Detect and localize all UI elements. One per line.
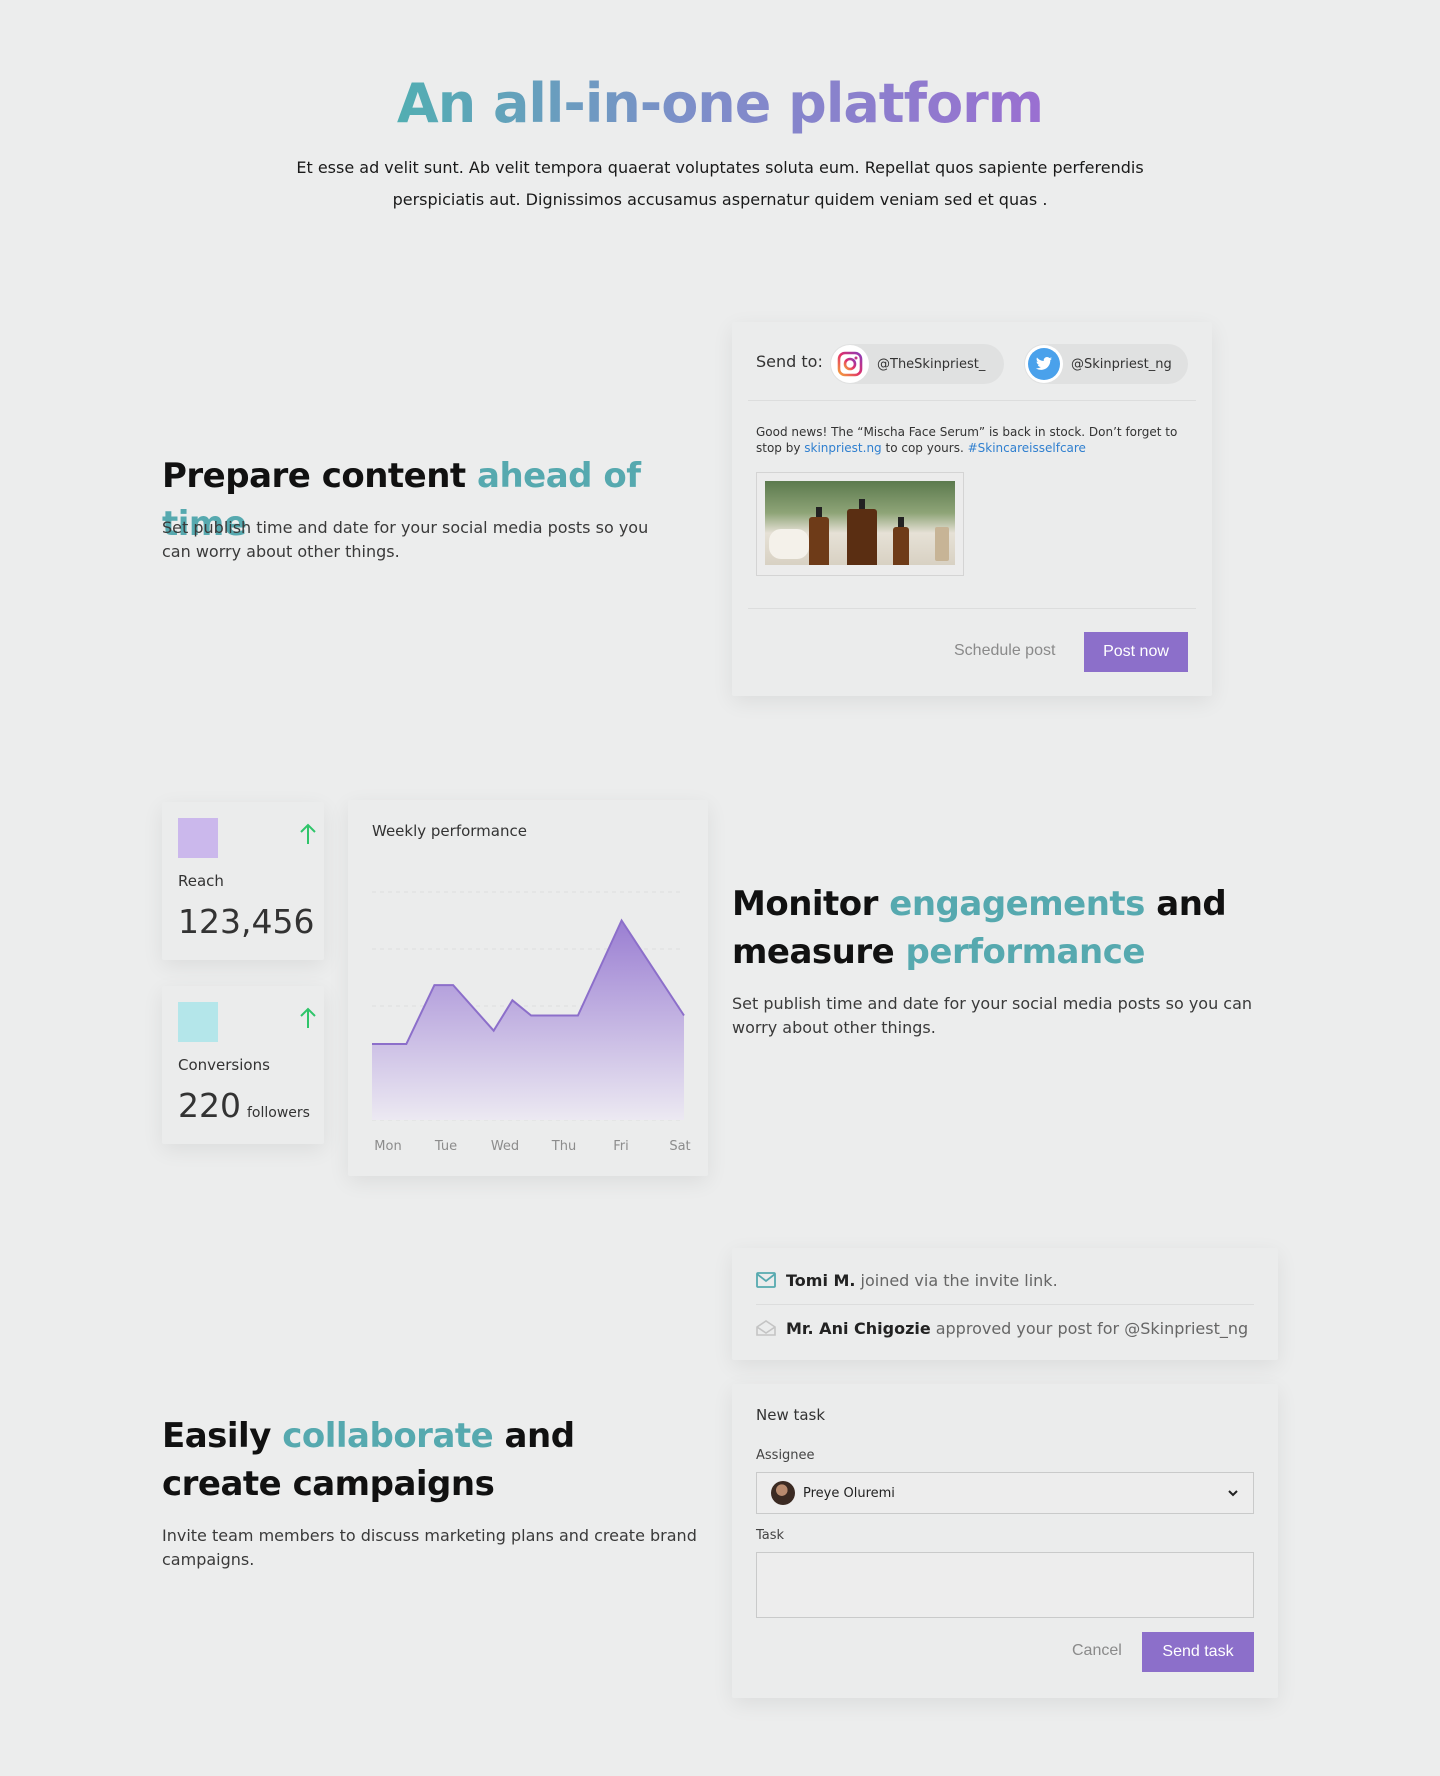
notifications-card: Tomi M. joined via the invite link. Mr. A… — [732, 1248, 1278, 1360]
task-label: Task — [756, 1528, 785, 1543]
post-image-attachment[interactable] — [756, 472, 964, 576]
assignee-label: Assignee — [756, 1448, 815, 1463]
trend-up-icon — [300, 823, 316, 844]
notification-item[interactable]: Mr. Ani Chigozie approved your post for @… — [756, 1314, 1248, 1342]
monitor-heading: Monitor engagements and measure performan… — [732, 884, 1227, 972]
instagram-icon — [831, 345, 869, 383]
stat-card-reach: Reach 123,456 — [162, 802, 324, 960]
avatar — [771, 1481, 795, 1505]
x-tick-label: Tue — [434, 1139, 457, 1154]
assignee-value: Preye Oluremi — [803, 1485, 895, 1501]
hero-subtitle: Et esse ad velit sunt. Ab velit tempora … — [296, 158, 1144, 209]
x-tick-label: Wed — [491, 1139, 519, 1154]
hero-title: An all-in-one platform — [396, 72, 1044, 135]
notification-item[interactable]: Tomi M. joined via the invite link. — [756, 1266, 1058, 1294]
post-text[interactable]: Good news! The “Mischa Face Serum” is ba… — [756, 424, 1186, 456]
task-input[interactable] — [756, 1552, 1254, 1618]
x-tick-label: Mon — [374, 1139, 401, 1154]
chevron-down-icon — [1228, 1490, 1238, 1497]
task-card-title: New task — [756, 1406, 826, 1424]
area-chart: Mon Tue Wed Thu Fri Sat — [372, 891, 691, 1154]
account-handle: @Skinpriest_ng — [1071, 356, 1172, 372]
x-tick-label: Fri — [613, 1139, 629, 1154]
collaborate-description: Invite team members to discuss marketing… — [162, 1526, 697, 1569]
trend-up-icon — [300, 1007, 316, 1028]
cancel-button[interactable]: Cancel — [1072, 1642, 1122, 1660]
stat-name: Reach — [178, 872, 224, 890]
prepare-description: Set publish time and date for your socia… — [162, 518, 649, 561]
account-handle: @TheSkinpriest_ — [877, 356, 986, 372]
schedule-post-button[interactable]: Schedule post — [954, 642, 1055, 660]
series-area — [372, 920, 684, 1120]
account-chip-twitter[interactable]: @Skinpriest_ng — [1024, 344, 1188, 384]
x-tick-label: Sat — [669, 1139, 690, 1154]
x-tick-label: Thu — [551, 1139, 576, 1154]
compose-post-card: Send to: @TheSkinpriest_ @Skinpriest_ng … — [732, 322, 1212, 696]
divider — [748, 608, 1196, 609]
post-now-button[interactable]: Post now — [1084, 632, 1188, 672]
stat-name: Conversions — [178, 1056, 270, 1074]
divider — [756, 1304, 1254, 1305]
envelope-open-icon — [756, 1320, 776, 1336]
twitter-icon — [1025, 345, 1063, 383]
stat-value: 220 followers — [178, 1086, 310, 1125]
new-task-card: New task Assignee Preye Oluremi Task Can… — [732, 1384, 1278, 1698]
envelope-icon — [756, 1272, 776, 1288]
send-task-button[interactable]: Send task — [1142, 1632, 1254, 1672]
stat-value: 123,456 — [178, 902, 315, 941]
post-hashtag[interactable]: #Skincareisselfcare — [968, 441, 1086, 455]
divider — [748, 400, 1196, 401]
monitor-description: Set publish time and date for your socia… — [732, 994, 1253, 1037]
weekly-performance-chart: Weekly performance Mon Tue Wed Thu Fri Sat — [348, 800, 708, 1176]
stat-card-conversions: Conversions 220 followers — [162, 986, 324, 1144]
post-link[interactable]: skinpriest.ng — [804, 441, 881, 455]
account-chip-instagram[interactable]: @TheSkinpriest_ — [830, 344, 1004, 384]
conversions-swatch — [178, 1002, 218, 1042]
product-photo — [765, 481, 955, 565]
collaborate-heading: Easily collaborate and create campaigns — [162, 1416, 575, 1504]
send-to-label: Send to: — [756, 352, 823, 371]
assignee-select[interactable]: Preye Oluremi — [756, 1472, 1254, 1514]
reach-swatch — [178, 818, 218, 858]
stat-unit: followers — [247, 1105, 310, 1121]
